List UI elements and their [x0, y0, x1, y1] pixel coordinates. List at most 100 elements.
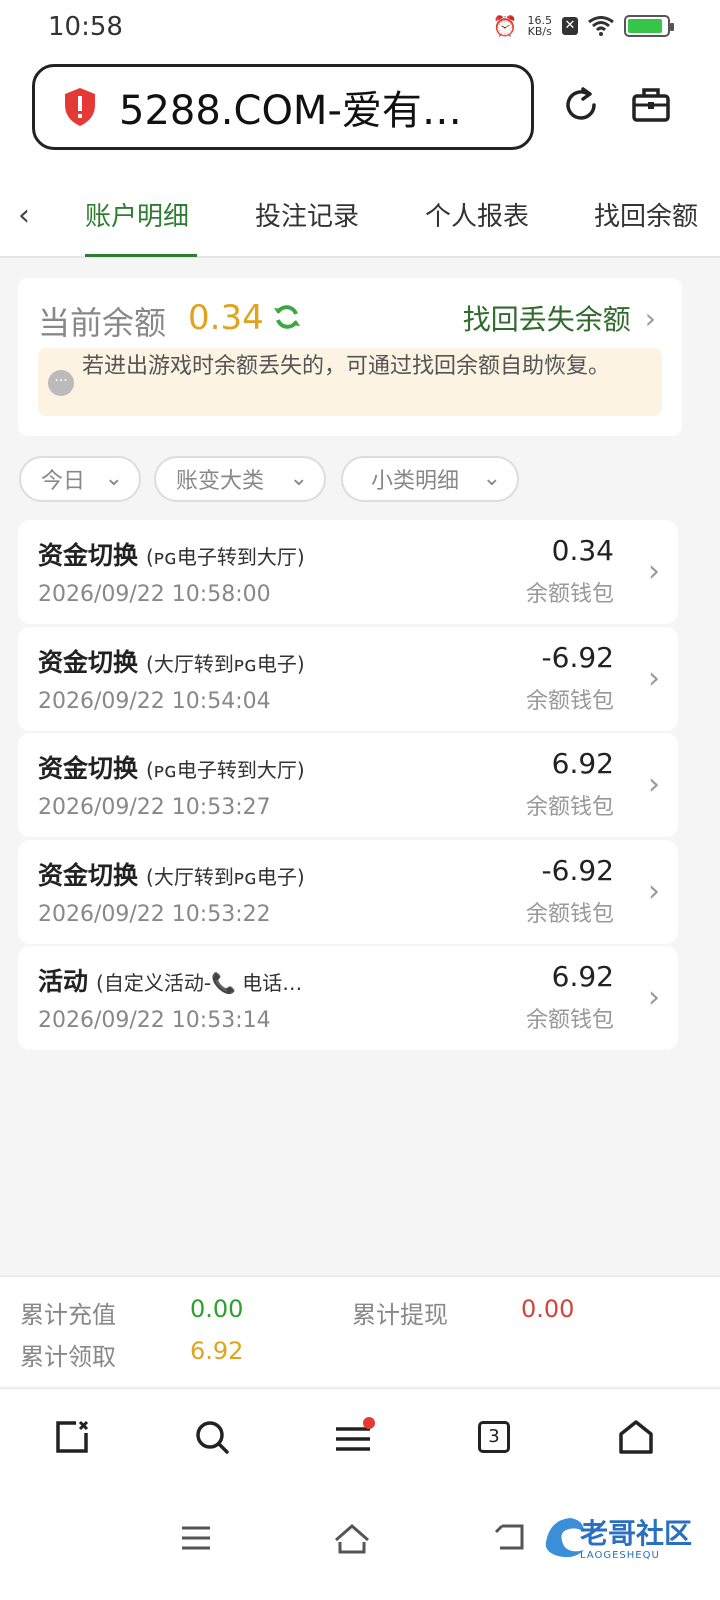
browser-header: 10:58 ⏰ 16.5 KB/s ✕ 5288.COM-爱有… [0, 0, 720, 172]
record-type: 资金切换 [38, 541, 139, 570]
withdraw-total-value: 0.00 [521, 1295, 575, 1323]
menu-button[interactable] [332, 1415, 376, 1459]
record-detail: (自定义活动-📞 电话… [96, 971, 303, 995]
withdraw-total-label: 累计提现 [352, 1301, 448, 1329]
close-page-button[interactable] [50, 1415, 94, 1459]
close-page-icon [56, 1420, 89, 1453]
wifi-icon [588, 16, 614, 36]
recent-apps-icon [182, 1526, 210, 1550]
status-time: 10:58 [48, 12, 123, 42]
back-chevron-icon[interactable]: ‹ [18, 198, 30, 233]
recover-tip: ··· 若进出游戏时余额丢失的，可通过找回余额自助恢复。 [38, 348, 662, 416]
status-icons: ⏰ 16.5 KB/s ✕ [492, 14, 674, 38]
status-bar: 10:58 ⏰ 16.5 KB/s ✕ [0, 0, 720, 56]
tab-personal-report[interactable]: 个人报表 [425, 196, 529, 233]
battery-level [628, 19, 663, 33]
filter-category[interactable]: 账变大类 ⌄ [154, 456, 326, 502]
record-wallet: 余额钱包 [525, 795, 614, 820]
record-title: 活动 (自定义活动-📞 电话… [38, 962, 302, 998]
record-date: 2026/09/22 10:53:22 [38, 902, 271, 927]
filter-today-label: 今日 [41, 469, 86, 494]
record-detail: (大厅转到ᴘɢ电子) [146, 865, 305, 889]
reload-icon [566, 87, 596, 120]
record-type: 活动 [38, 967, 89, 996]
battery-icon [624, 15, 674, 37]
record-title: 资金切换 (ᴘɢ电子转到大厅) [38, 536, 305, 572]
list-item[interactable]: 活动 (自定义活动-📞 电话… 2026/09/22 10:53:14 6.92 … [18, 946, 678, 1050]
recover-link-label: 找回丢失余额 [462, 303, 631, 336]
tab-recover-balance[interactable]: 找回余额 [594, 196, 698, 233]
recover-lost-balance-link[interactable]: 找回丢失余额 › [463, 298, 656, 338]
filter-today[interactable]: 今日 ⌄ [19, 456, 141, 502]
search-icon [196, 1421, 229, 1454]
active-tab-indicator [85, 254, 197, 257]
tip-text: 若进出游戏时余额丢失的，可通过找回余额自助恢复。 [82, 354, 611, 379]
record-wallet: 余额钱包 [525, 1008, 614, 1033]
record-amount: -6.92 [541, 641, 614, 674]
system-nav-bar: 老哥社区 LAOGESHEQU [0, 1488, 720, 1600]
record-type: 资金切换 [38, 861, 139, 890]
list-item[interactable]: 资金切换 (大厅转到ᴘɢ电子) 2026/09/22 10:54:04 -6.92… [18, 627, 678, 731]
message-icon: ··· [48, 370, 74, 396]
browser-bottom-nav: 3 [0, 1388, 720, 1488]
network-speed: 16.5 KB/s [528, 15, 553, 37]
record-title: 资金切换 (大厅转到ᴘɢ电子) [38, 643, 305, 679]
refresh-balance-icon[interactable] [272, 302, 302, 332]
record-date: 2026/09/22 10:58:00 [38, 582, 271, 607]
balance-label: 当前余额 [38, 304, 167, 342]
watermark-text: 老哥社区 [580, 1517, 693, 1550]
home-button[interactable] [614, 1415, 658, 1459]
record-amount: 0.34 [551, 534, 614, 567]
chevron-right-icon: › [648, 980, 660, 1015]
watermark-logo: 老哥社区 LAOGESHEQU [540, 1510, 700, 1570]
briefcase-icon [632, 88, 670, 122]
record-date: 2026/09/22 10:53:27 [38, 795, 271, 820]
list-item[interactable]: 资金切换 (ᴘɢ电子转到大厅) 2026/09/22 10:58:00 0.34 … [18, 520, 678, 624]
chevron-right-icon: › [644, 301, 656, 335]
totals-panel: 累计充值 0.00 累计提现 0.00 累计领取 6.92 [0, 1276, 720, 1386]
search-button[interactable] [190, 1415, 234, 1459]
menu-icon [336, 1417, 375, 1451]
record-detail: (ᴘɢ电子转到大厅) [146, 545, 305, 569]
shield-warning-icon [65, 88, 95, 126]
close-box-icon: ✕ [562, 17, 578, 35]
record-title: 资金切换 (大厅转到ᴘɢ电子) [38, 856, 305, 892]
chevron-right-icon: › [648, 767, 660, 802]
url-bar[interactable]: 5288.COM-爱有… [32, 64, 534, 150]
tabs-button[interactable]: 3 [472, 1415, 516, 1459]
record-date: 2026/09/22 10:53:14 [38, 1008, 271, 1033]
record-amount: -6.92 [541, 854, 614, 887]
chevron-right-icon: › [648, 661, 660, 696]
deposit-total-value: 0.00 [190, 1295, 244, 1323]
back-arrow-icon [494, 1524, 524, 1550]
list-item[interactable]: 资金切换 (ᴘɢ电子转到大厅) 2026/09/22 10:53:27 6.92 … [18, 733, 678, 837]
filter-subcategory[interactable]: 小类明细 ⌄ [341, 456, 519, 502]
system-back-button[interactable] [490, 1518, 530, 1558]
watermark-subtext: LAOGESHEQU [580, 1550, 660, 1561]
recent-apps-button[interactable] [176, 1518, 216, 1558]
record-wallet: 余额钱包 [525, 902, 614, 927]
alarm-icon: ⏰ [492, 14, 518, 38]
tab-bet-records[interactable]: 投注记录 [255, 196, 359, 233]
chevron-right-icon: › [648, 554, 660, 589]
reload-button[interactable] [558, 82, 604, 128]
system-home-icon [335, 1524, 369, 1554]
record-type: 资金切换 [38, 648, 139, 677]
record-type: 资金切换 [38, 754, 139, 783]
deposit-total-label: 累计充值 [20, 1301, 116, 1329]
toolbox-button[interactable] [628, 82, 674, 128]
record-detail: (ᴘɢ电子转到大厅) [146, 758, 305, 782]
tab-bar: ‹ 账户明细 投注记录 个人报表 找回余额 [0, 172, 720, 258]
tab-count-icon: 3 [478, 1421, 510, 1453]
list-item[interactable]: 资金切换 (大厅转到ᴘɢ电子) 2026/09/22 10:53:22 -6.92… [18, 840, 678, 944]
chevron-down-icon: ⌄ [482, 466, 501, 491]
record-title: 资金切换 (ᴘɢ电子转到大厅) [38, 749, 305, 785]
tab-account-detail[interactable]: 账户明细 [85, 196, 189, 233]
chevron-down-icon: ⌄ [289, 466, 308, 491]
home-icon [619, 1420, 653, 1454]
record-date: 2026/09/22 10:54:04 [38, 689, 271, 714]
record-amount: 6.92 [551, 747, 614, 780]
claimed-total-value: 6.92 [190, 1337, 244, 1365]
system-home-button[interactable] [332, 1518, 372, 1558]
url-text: 5288.COM-爱有… [119, 88, 462, 134]
